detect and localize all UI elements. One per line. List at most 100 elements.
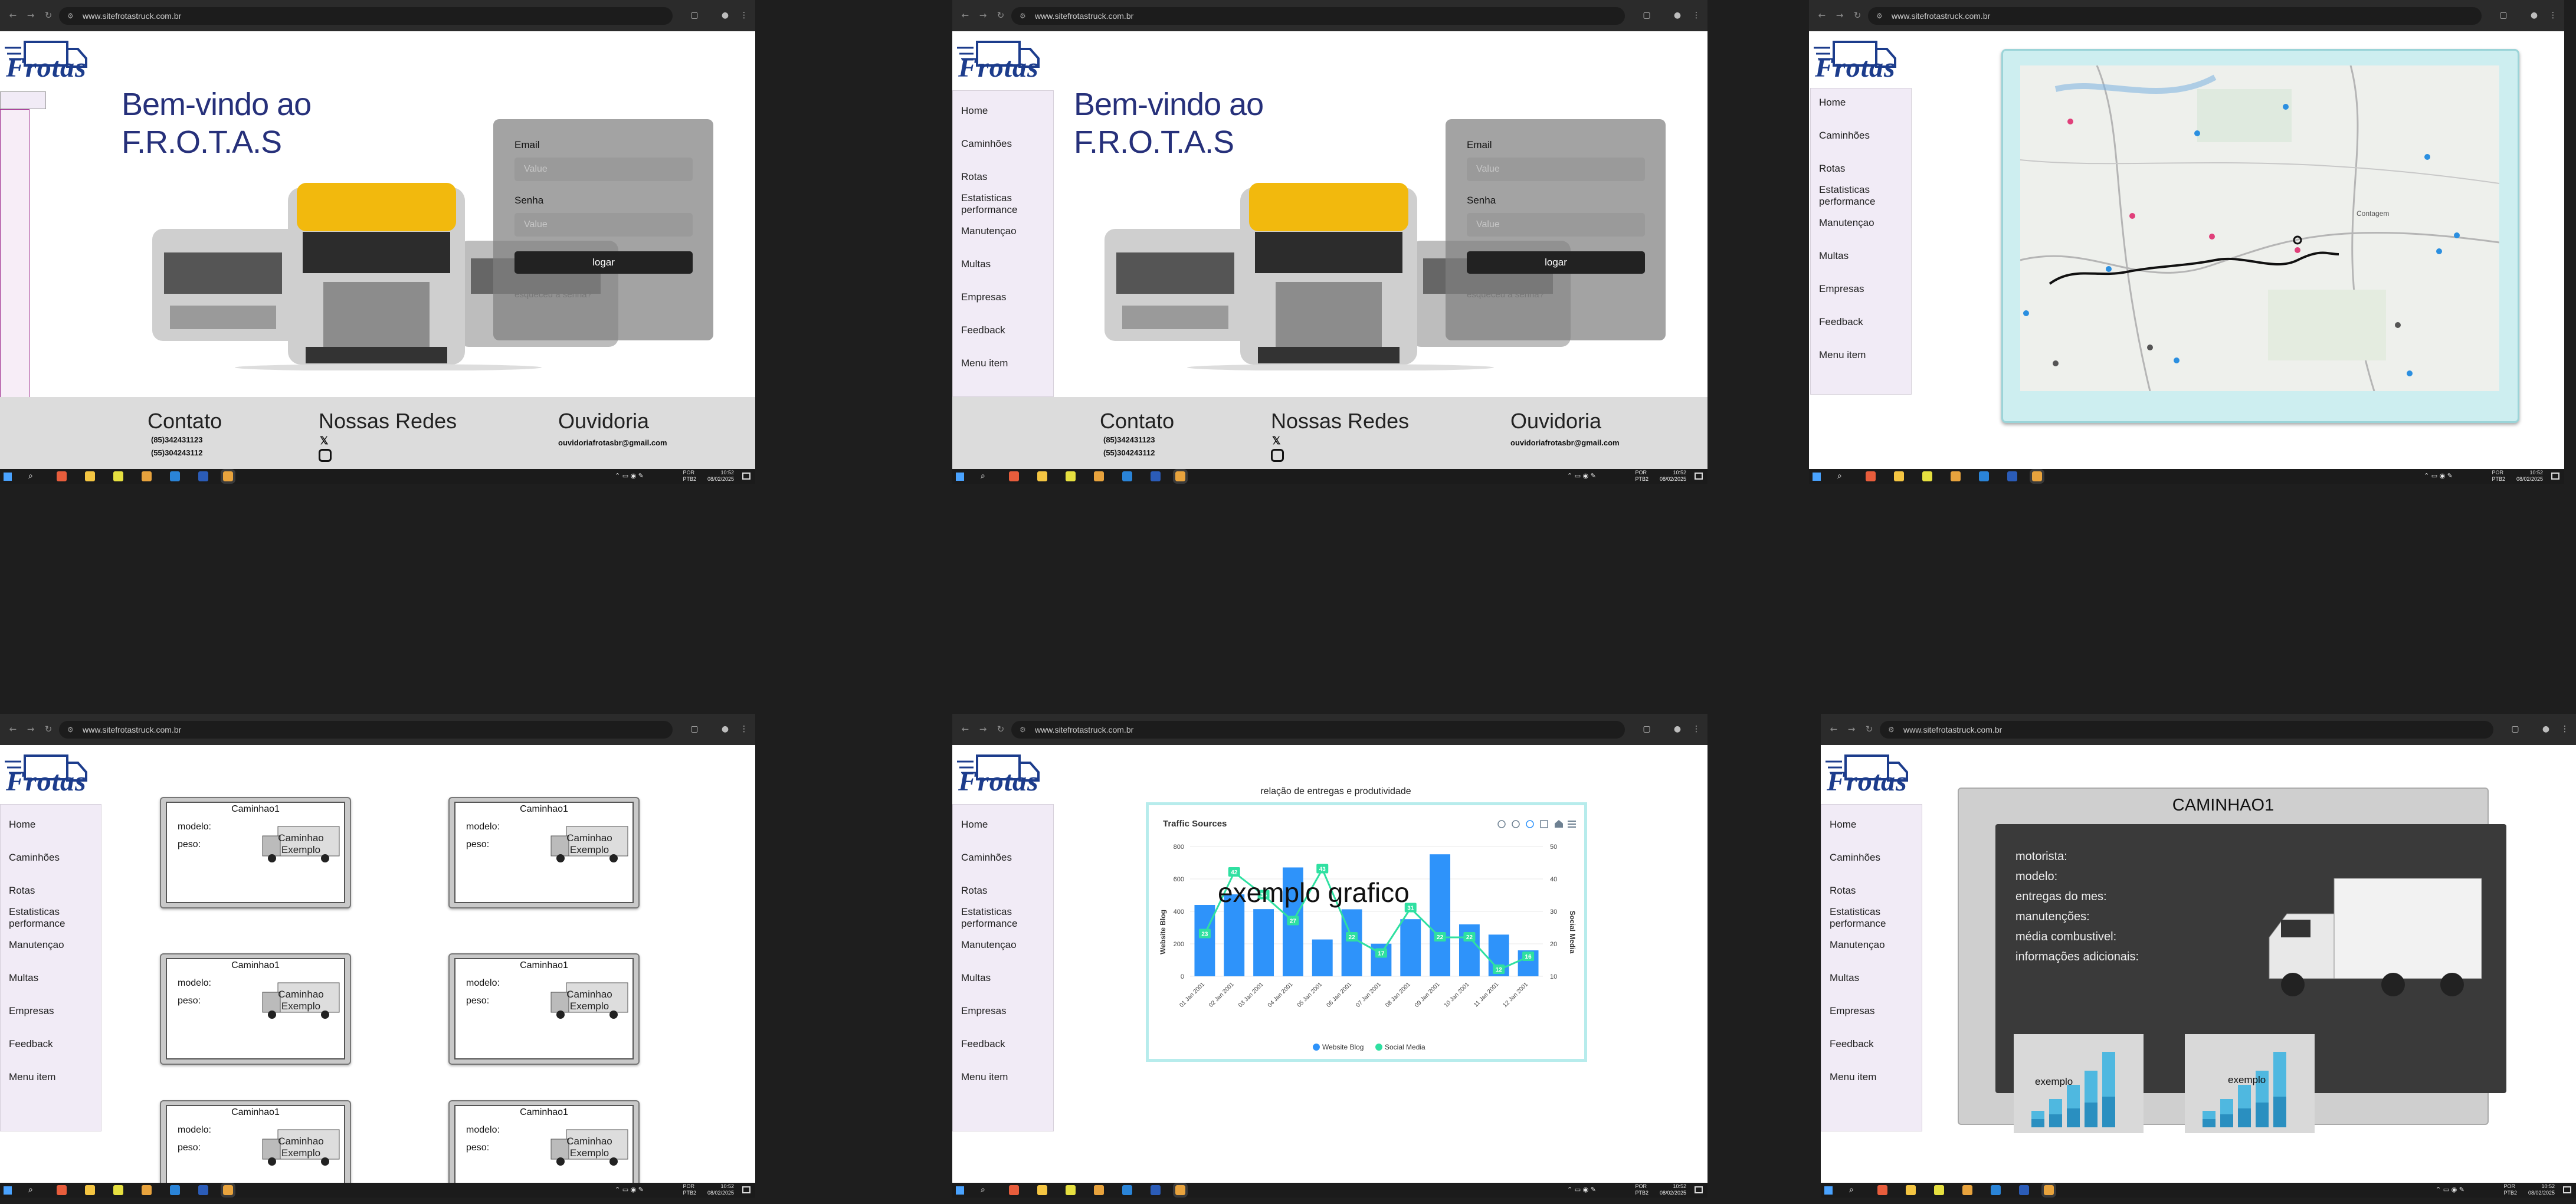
app-icon-3[interactable]	[1066, 471, 1076, 481]
frotas-logo[interactable]: Frotas	[953, 749, 1047, 802]
frotas-logo[interactable]: Frotas	[1822, 749, 1915, 802]
nav-caminhoes[interactable]: Caminhões	[953, 852, 1053, 864]
chrome-active-icon[interactable]	[1173, 1183, 1188, 1198]
tray-icons[interactable]: ⌃ ▭ ◉ ✎	[615, 1186, 644, 1194]
nav-rotas[interactable]: Rotas	[1811, 163, 1911, 175]
nav-feedback[interactable]: Feedback	[1821, 1038, 1922, 1050]
search-icon[interactable]: ⌕	[28, 1185, 33, 1195]
nav-multas[interactable]: Multas	[1821, 972, 1922, 984]
extensions-icon[interactable]: ▢	[1641, 724, 1652, 734]
forward-icon[interactable]: →	[26, 724, 35, 734]
word-icon[interactable]	[2007, 471, 2017, 481]
back-icon[interactable]: ←	[1817, 11, 1827, 20]
language-indicator[interactable]: POR PTB2	[1635, 470, 1648, 483]
truck-card[interactable]: Caminhao1 modelo: peso: Caminhao Exemplo	[160, 797, 351, 908]
app-icon-1[interactable]	[1009, 1185, 1019, 1195]
ouvidoria-email[interactable]: ouvidoriafrotasbr@gmail.com	[558, 438, 667, 447]
menu-icon[interactable]: ⋮	[2548, 10, 2558, 21]
menu-icon[interactable]: ⋮	[1691, 724, 1702, 734]
tray-icons[interactable]: ⌃ ▭ ◉ ✎	[1567, 472, 1596, 480]
nav-multas[interactable]: Multas	[953, 258, 1053, 270]
start-icon[interactable]	[1813, 473, 1821, 481]
email-input[interactable]: Value	[514, 158, 693, 181]
forgot-password-link[interactable]: esqueceu a senha?	[514, 290, 592, 300]
start-icon[interactable]	[4, 1186, 12, 1195]
nav-empresas[interactable]: Empresas	[1, 1005, 101, 1017]
profile-icon[interactable]: ●	[1672, 10, 1683, 21]
menu-icon[interactable]: ⋮	[2559, 724, 2570, 734]
nav-manutencao[interactable]: Manutençao	[953, 225, 1053, 237]
email-input[interactable]: Value	[1467, 158, 1645, 181]
chrome-active-icon[interactable]	[221, 1183, 235, 1198]
tray-icons[interactable]: ⌃ ▭ ◉ ✎	[2436, 1186, 2464, 1194]
chrome-icon[interactable]	[1951, 471, 1961, 481]
nav-empresas[interactable]: Empresas	[953, 1005, 1053, 1017]
reload-icon[interactable]: ↻	[996, 724, 1005, 734]
extensions-icon[interactable]: ▢	[689, 10, 700, 21]
search-icon[interactable]: ⌕	[981, 1185, 985, 1195]
site-info-icon[interactable]: ⚙	[67, 7, 74, 25]
nav-home[interactable]: Home	[953, 819, 1053, 831]
frotas-logo[interactable]: Frotas	[953, 35, 1047, 88]
notification-icon[interactable]	[2563, 1186, 2571, 1193]
x-twitter-icon[interactable]: 𝕏	[1272, 435, 1281, 447]
nav-caminhoes[interactable]: Caminhões	[1811, 130, 1911, 142]
nav-rotas[interactable]: Rotas	[1821, 885, 1922, 897]
back-icon[interactable]: ←	[8, 724, 18, 734]
truck-card[interactable]: Caminhao1 modelo: peso: Caminhao Exemplo	[448, 953, 640, 1065]
site-info-icon[interactable]: ⚙	[1888, 721, 1895, 739]
back-icon[interactable]: ←	[1829, 724, 1838, 734]
frotas-logo[interactable]: Frotas	[1810, 35, 1903, 88]
clock[interactable]: 10:52 08/02/2025	[2528, 1183, 2555, 1196]
vscode-icon[interactable]	[1122, 1185, 1132, 1195]
nav-home[interactable]: Home	[1, 819, 101, 831]
nav-feedback[interactable]: Feedback	[953, 1038, 1053, 1050]
clock[interactable]: 10:52 08/02/2025	[707, 1183, 734, 1196]
address-bar[interactable]: ⚙ www.sitefrotastruck.com.br	[1011, 7, 1625, 25]
ouvidoria-email[interactable]: ouvidoriafrotasbr@gmail.com	[1510, 438, 1620, 447]
notification-icon[interactable]	[742, 1186, 750, 1193]
search-icon[interactable]: ⌕	[1849, 1185, 1854, 1195]
frotas-logo[interactable]: Frotas	[1, 35, 94, 88]
extensions-icon[interactable]: ▢	[2498, 10, 2509, 21]
file-explorer-icon[interactable]	[1906, 1185, 1916, 1195]
clock[interactable]: 10:52 08/02/2025	[1660, 470, 1686, 483]
vscode-icon[interactable]	[1979, 471, 1989, 481]
app-icon-1[interactable]	[1009, 471, 1019, 481]
extensions-icon[interactable]: ▢	[2510, 724, 2521, 734]
notification-icon[interactable]	[2551, 473, 2559, 480]
profile-icon[interactable]: ●	[720, 724, 730, 734]
chrome-active-icon[interactable]	[221, 469, 235, 484]
chrome-icon[interactable]	[142, 1185, 152, 1195]
truck-card[interactable]: Caminhao1 modelo: peso: Caminhao Exemplo	[160, 953, 351, 1065]
start-icon[interactable]	[1824, 1186, 1833, 1195]
instagram-icon[interactable]	[1271, 449, 1284, 462]
nav-manutencao[interactable]: Manutençao	[1, 939, 101, 951]
start-icon[interactable]	[956, 1186, 964, 1195]
instagram-icon[interactable]	[319, 449, 332, 462]
app-icon-1[interactable]	[57, 471, 67, 481]
vscode-icon[interactable]	[170, 471, 180, 481]
route-map[interactable]: Contagem	[2020, 65, 2499, 391]
reload-icon[interactable]: ↻	[1864, 724, 1874, 734]
tray-icons[interactable]: ⌃ ▭ ◉ ✎	[2424, 472, 2453, 480]
vscode-icon[interactable]	[1122, 471, 1132, 481]
search-icon[interactable]: ⌕	[1837, 471, 1842, 481]
chrome-active-icon[interactable]	[1173, 469, 1188, 484]
nav-menu-item[interactable]: Menu item	[953, 1071, 1053, 1083]
word-icon[interactable]	[198, 471, 208, 481]
address-bar[interactable]: ⚙ www.sitefrotastruck.com.br	[1011, 721, 1625, 739]
nav-multas[interactable]: Multas	[1, 972, 101, 984]
file-explorer-icon[interactable]	[1894, 471, 1904, 481]
nav-home[interactable]: Home	[1821, 819, 1922, 831]
truck-card[interactable]: Caminhao1 modelo: peso: Caminhao Exemplo	[448, 1100, 640, 1183]
login-button[interactable]: logar	[514, 251, 693, 274]
truck-card[interactable]: Caminhao1 modelo: peso: Caminhao Exemplo	[160, 1100, 351, 1183]
site-info-icon[interactable]: ⚙	[1876, 7, 1883, 25]
login-button[interactable]: logar	[1467, 251, 1645, 274]
site-info-icon[interactable]: ⚙	[1020, 7, 1026, 25]
notification-icon[interactable]	[1695, 1186, 1703, 1193]
vscode-icon[interactable]	[1991, 1185, 2001, 1195]
frotas-logo[interactable]: Frotas	[1, 749, 94, 802]
nav-menu-item[interactable]: Menu item	[1, 1071, 101, 1083]
